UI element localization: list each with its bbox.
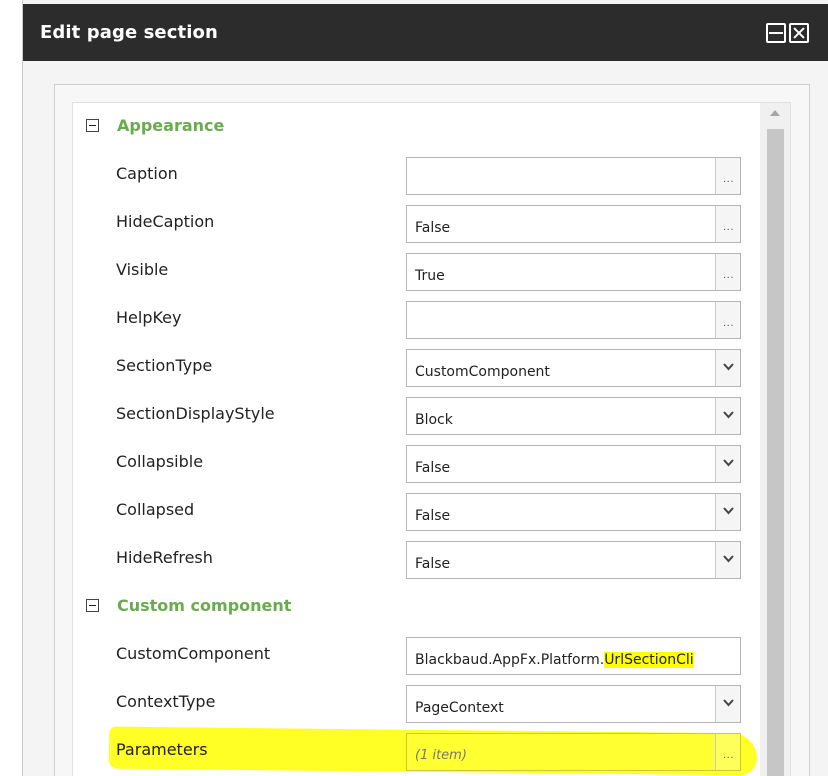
ellipsis-icon: ... xyxy=(723,222,735,233)
property-name: Collapsed xyxy=(116,500,195,519)
chevron-down-icon xyxy=(723,363,734,371)
helpkey-field[interactable]: ... xyxy=(406,301,741,339)
property-row-hiderefresh: HideRefresh False xyxy=(73,535,760,583)
maximize-icon[interactable] xyxy=(766,23,786,43)
chevron-down-icon xyxy=(723,411,734,419)
property-row-customcomponent: CustomComponent Blackbaud.AppFx.Platform… xyxy=(73,631,760,679)
property-grid-frame: Appearance Caption ... HideCaption False… xyxy=(54,84,810,776)
property-name: ContextType xyxy=(116,692,216,711)
property-name: HelpKey xyxy=(116,308,182,327)
dropdown-button[interactable] xyxy=(715,446,740,482)
visible-field[interactable]: True ... xyxy=(406,253,741,291)
dialog-title: Edit page section xyxy=(40,22,218,43)
chevron-down-icon xyxy=(723,699,734,707)
property-row-sectiontype: SectionType CustomComponent xyxy=(73,343,760,391)
property-value: PageContext xyxy=(415,700,504,716)
property-name: Parameters xyxy=(116,740,208,759)
dropdown-button[interactable] xyxy=(715,350,740,386)
property-value: Block xyxy=(415,412,453,428)
collapsed-select[interactable]: False xyxy=(406,493,741,531)
hidecaption-field[interactable]: False ... xyxy=(406,205,741,243)
category-custom-component: Custom component xyxy=(73,583,760,631)
dropdown-button[interactable] xyxy=(715,398,740,434)
dropdown-button[interactable] xyxy=(715,542,740,578)
sectiondisplaystyle-select[interactable]: Block xyxy=(406,397,741,435)
ellipsis-button[interactable]: ... xyxy=(715,158,740,194)
dropdown-button[interactable] xyxy=(715,686,740,722)
collapsible-select[interactable]: False xyxy=(406,445,741,483)
category-label: Appearance xyxy=(117,116,225,135)
customcomponent-field[interactable]: Blackbaud.AppFx.Platform.UrlSectionCli xyxy=(406,637,741,675)
collapse-toggle-icon[interactable] xyxy=(86,119,99,132)
parameters-field[interactable]: (1 item) ... xyxy=(406,733,741,771)
category-label: Custom component xyxy=(117,596,292,615)
ellipsis-button[interactable]: ... xyxy=(715,734,740,770)
chevron-down-icon xyxy=(723,459,734,467)
property-name: HideRefresh xyxy=(116,548,213,567)
property-name: SectionDisplayStyle xyxy=(116,404,275,423)
property-value: CustomComponent xyxy=(415,364,550,380)
ellipsis-icon: ... xyxy=(723,318,735,329)
title-bar: Edit page section xyxy=(23,4,828,61)
edit-page-section-dialog: Edit page section Appearance Caption ...… xyxy=(22,0,828,776)
property-row-parameters: Parameters (1 item) ... xyxy=(73,726,760,776)
property-name: SectionType xyxy=(116,356,213,375)
ellipsis-icon: ... xyxy=(723,174,735,185)
property-value: False xyxy=(415,508,451,524)
property-row-hidecaption: HideCaption False ... xyxy=(73,199,760,247)
close-icon[interactable] xyxy=(789,23,809,43)
value-highlighted: UrlSectionCli xyxy=(604,652,694,668)
property-row-caption: Caption ... xyxy=(73,151,760,199)
property-value: (1 item) xyxy=(415,748,467,763)
value-prefix: Blackbaud.AppFx.Platform. xyxy=(415,652,605,668)
contexttype-select[interactable]: PageContext xyxy=(406,685,741,723)
property-grid: Appearance Caption ... HideCaption False… xyxy=(72,102,791,776)
property-value: False xyxy=(415,460,451,476)
property-row-contexttype: ContextType PageContext xyxy=(73,679,760,727)
scroll-up-arrow-icon[interactable] xyxy=(770,110,780,116)
ellipsis-icon: ... xyxy=(723,750,735,761)
ellipsis-button[interactable]: ... xyxy=(715,254,740,290)
property-value: True xyxy=(415,268,445,284)
scroll-thumb[interactable] xyxy=(767,129,784,776)
vertical-scrollbar[interactable] xyxy=(760,103,790,776)
property-row-sectiondisplaystyle: SectionDisplayStyle Block xyxy=(73,391,760,439)
caption-field[interactable]: ... xyxy=(406,157,741,195)
sectiontype-select[interactable]: CustomComponent xyxy=(406,349,741,387)
ellipsis-icon: ... xyxy=(723,270,735,281)
ellipsis-button[interactable]: ... xyxy=(715,206,740,242)
chevron-down-icon xyxy=(723,507,734,515)
hiderefresh-select[interactable]: False xyxy=(406,541,741,579)
collapse-toggle-icon[interactable] xyxy=(86,599,99,612)
property-row-visible: Visible True ... xyxy=(73,247,760,295)
chevron-down-icon xyxy=(723,555,734,563)
property-value: Blackbaud.AppFx.Platform.UrlSectionCli xyxy=(415,652,694,668)
property-name: CustomComponent xyxy=(116,644,271,663)
property-row-collapsible: Collapsible False xyxy=(73,439,760,487)
property-name: Caption xyxy=(116,164,178,183)
property-row-collapsed: Collapsed False xyxy=(73,487,760,535)
property-row-helpkey: HelpKey ... xyxy=(73,295,760,343)
property-value: False xyxy=(415,220,451,236)
property-value: False xyxy=(415,556,451,572)
ellipsis-button[interactable]: ... xyxy=(715,302,740,338)
property-name: Collapsible xyxy=(116,452,204,471)
property-name: HideCaption xyxy=(116,212,215,231)
property-name: Visible xyxy=(116,260,169,279)
category-appearance: Appearance xyxy=(73,103,760,151)
dropdown-button[interactable] xyxy=(715,494,740,530)
